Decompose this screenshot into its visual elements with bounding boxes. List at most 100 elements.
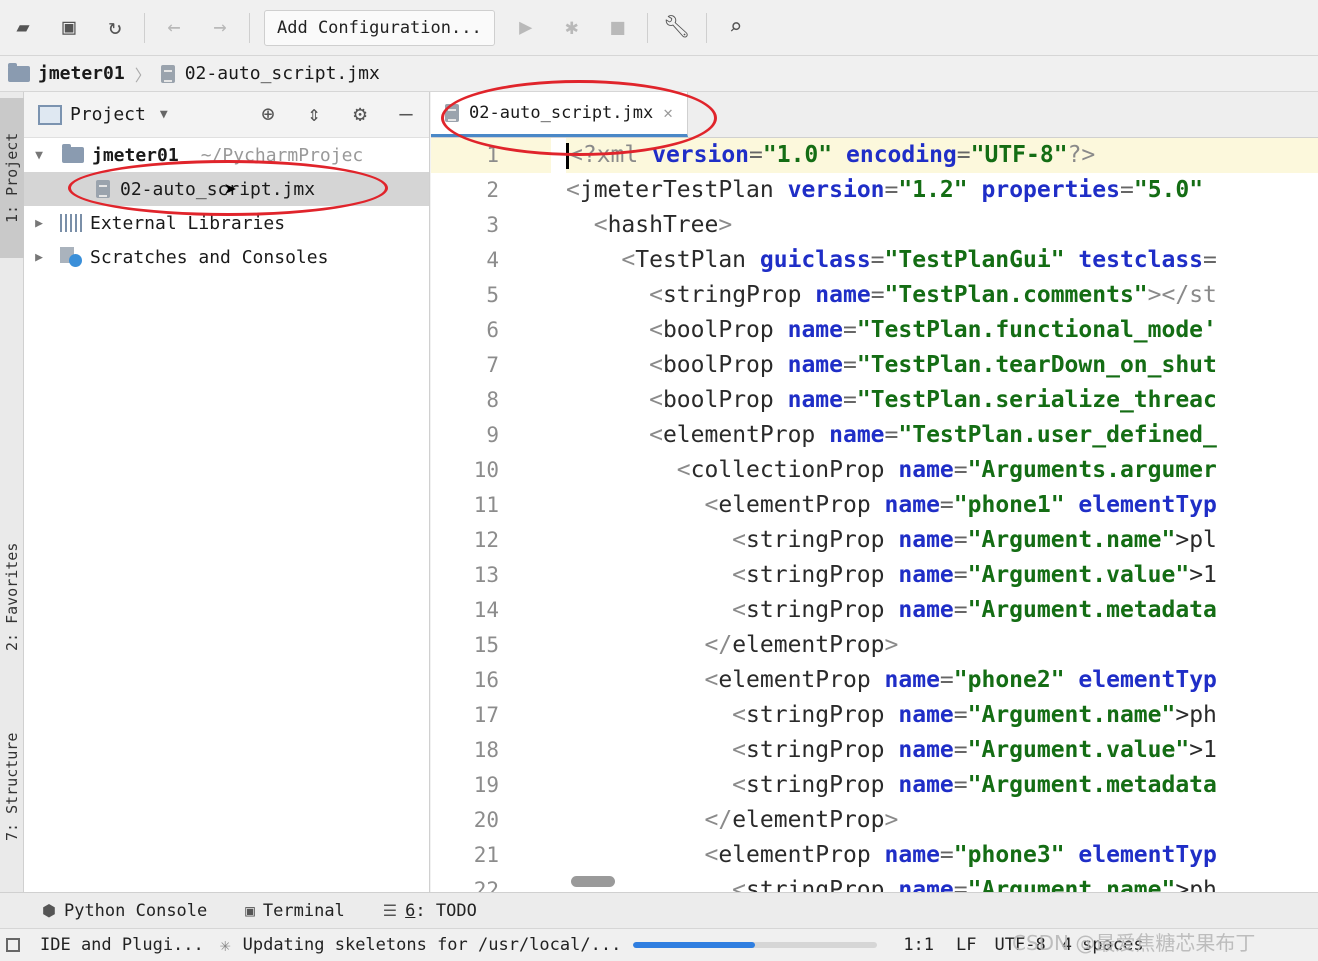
breadcrumb-file[interactable]: 02-auto_script.jmx <box>185 63 380 84</box>
line-number: 19 <box>473 773 499 797</box>
code-line[interactable]: <jmeterTestPlan version="1.2" properties… <box>566 173 1318 208</box>
code-line[interactable]: <elementProp name="phone2" elementTyp <box>566 663 1318 698</box>
line-number: 11 <box>473 493 499 517</box>
terminal-icon: ▣ <box>245 901 255 920</box>
tab-02-auto-script[interactable]: 02-auto_script.jmx ✕ <box>431 92 688 137</box>
line-number: 20 <box>473 808 499 832</box>
toolbar-separator <box>144 12 145 43</box>
gear-icon[interactable]: ⚙ <box>337 102 383 127</box>
file-icon <box>96 180 110 198</box>
file-icon <box>445 103 459 122</box>
line-number: 5 <box>486 283 499 307</box>
code-line[interactable]: <stringProp name="Argument.name">pl <box>566 523 1318 558</box>
folder-icon <box>62 144 84 163</box>
chevron-down-icon[interactable]: ▼ <box>160 107 168 122</box>
breadcrumb-project[interactable]: jmeter01 <box>38 63 125 84</box>
progress-bar[interactable] <box>633 942 878 948</box>
editor-tab-bar: 02-auto_script.jmx ✕ <box>431 92 1318 138</box>
tab-project[interactable]: 1: Project <box>0 98 24 258</box>
line-number: 13 <box>473 563 499 587</box>
code-line[interactable]: </elementProp> <box>566 628 1318 663</box>
editor-area: 02-auto_script.jmx ✕ 1 2 3 4 5 6 7 8 9 10 11 12 13 14… <box>431 92 1318 892</box>
code-line[interactable]: <?xml version="1.0" encoding="UTF-8"?> <box>566 138 1318 173</box>
hide-icon[interactable]: — <box>383 102 429 127</box>
background-task-text[interactable]: Updating skeletons for /usr/local/... <box>243 935 622 955</box>
tab-todo[interactable]: ☰ 6: TODO <box>383 901 477 921</box>
mouse-cursor-icon: ➤ <box>224 178 238 203</box>
project-panel: Project ▼ ⊕ ⇕ ⚙ — ▼ jmeter01 ~/PycharmPr… <box>24 92 430 892</box>
line-number: 17 <box>473 703 499 727</box>
debug-icon[interactable]: ✱ <box>549 0 595 56</box>
line-separator[interactable]: LF <box>956 935 976 955</box>
ide-plugins-status[interactable]: IDE and Plugi... <box>40 935 204 955</box>
tree-item-external-libraries[interactable]: ▶ External Libraries <box>24 206 429 240</box>
main-toolbar: ▰ ▣ ↻ ← → Add Configuration... ▶ ✱ ■ 🔧︎ … <box>0 0 1318 56</box>
expand-arrow-icon[interactable]: ▶ <box>28 216 50 231</box>
run-icon[interactable]: ▶ <box>503 0 549 56</box>
wrench-icon[interactable]: 🔧︎ <box>654 0 700 56</box>
line-gutter: 1 2 3 4 5 6 7 8 9 10 11 12 13 14 15 16 17 18 19 20 21 22 <box>431 138 551 892</box>
left-tool-stripe: 1: Project 2: Favorites 7: Structure <box>0 92 24 892</box>
code-line[interactable]: <boolProp name="TestPlan.functional_mode… <box>566 313 1318 348</box>
watermark: CSDN @最爱焦糖芯果布丁 <box>1012 931 1256 955</box>
code-line[interactable]: <stringProp name="Argument.value">1 <box>566 558 1318 593</box>
code-line[interactable]: <boolProp name="TestPlan.tearDown_on_shu… <box>566 348 1318 383</box>
expand-arrow-icon[interactable]: ▶ <box>28 250 50 265</box>
sync-icon[interactable]: ↻ <box>92 0 138 56</box>
tab-terminal[interactable]: ▣ Terminal <box>245 901 345 921</box>
code-line[interactable]: <stringProp name="Argument.name">ph <box>566 698 1318 733</box>
tree-item-root[interactable]: ▼ jmeter01 ~/PycharmProjec <box>24 138 429 172</box>
tree-root-path: ~/PycharmProjec <box>200 144 364 166</box>
toggle-tool-windows-icon[interactable] <box>6 938 20 952</box>
tree-external-label: External Libraries <box>90 212 286 234</box>
tab-python-console[interactable]: ⬢ Python Console <box>42 901 207 921</box>
open-icon[interactable]: ▰ <box>0 0 46 56</box>
line-number: 3 <box>486 213 499 237</box>
python-icon: ⬢ <box>42 901 56 920</box>
expand-arrow-icon[interactable]: ▼ <box>28 148 50 163</box>
stop-icon[interactable]: ■ <box>595 0 641 56</box>
save-icon[interactable]: ▣ <box>46 0 92 56</box>
tree-file-label: 02-auto_script.jmx <box>120 178 316 200</box>
line-number: 14 <box>473 598 499 622</box>
code-line[interactable]: </elementProp> <box>566 803 1318 838</box>
code-line[interactable]: <hashTree> <box>566 208 1318 243</box>
code-line[interactable]: <stringProp name="TestPlan.comments"></s… <box>566 278 1318 313</box>
project-view-selector[interactable]: Project <box>70 104 146 125</box>
line-number: 9 <box>486 423 499 447</box>
code-line[interactable]: <elementProp name="phone1" elementTyp <box>566 488 1318 523</box>
line-number: 7 <box>486 353 499 377</box>
chevron-right-icon: 〉 <box>134 65 151 85</box>
spinner-icon: ✳ <box>219 934 231 956</box>
code-line[interactable]: <stringProp name="Argument.metadata <box>566 768 1318 803</box>
code-line[interactable]: <elementProp name="TestPlan.user_defined… <box>566 418 1318 453</box>
back-icon[interactable]: ← <box>151 0 197 56</box>
code-line[interactable]: <TestPlan guiclass="TestPlanGui" testcla… <box>566 243 1318 278</box>
code-line[interactable]: <stringProp name="Argument.name">ph <box>566 873 1318 892</box>
code-line[interactable]: <elementProp name="phone3" elementTyp <box>566 838 1318 873</box>
line-number: 4 <box>486 248 499 272</box>
tree-item-scratches[interactable]: ▶ Scratches and Consoles <box>24 240 429 274</box>
code-view[interactable]: <?xml version="1.0" encoding="UTF-8"?> <… <box>566 138 1318 892</box>
add-configuration-button[interactable]: Add Configuration... <box>264 9 495 46</box>
code-line[interactable]: <collectionProp name="Arguments.argumer <box>566 453 1318 488</box>
line-number: 18 <box>473 738 499 762</box>
line-number: 10 <box>473 458 499 482</box>
tab-structure[interactable]: 7: Structure <box>0 702 24 872</box>
line-number: 1 <box>431 138 551 173</box>
code-line[interactable]: <boolProp name="TestPlan.serialize_threa… <box>566 383 1318 418</box>
search-icon[interactable]: ⌕ <box>713 0 759 56</box>
horizontal-scrollbar[interactable] <box>571 876 615 887</box>
collapse-all-icon[interactable]: ⇕ <box>291 102 337 127</box>
caret-position[interactable]: 1:1 <box>903 935 934 955</box>
forward-icon[interactable]: → <box>197 0 243 56</box>
close-icon[interactable]: ✕ <box>663 103 673 122</box>
tab-favorites[interactable]: 2: Favorites <box>0 512 24 682</box>
code-line[interactable]: <stringProp name="Argument.value">1 <box>566 733 1318 768</box>
line-number: 8 <box>486 388 499 412</box>
project-panel-header: Project ▼ ⊕ ⇕ ⚙ — <box>24 92 429 138</box>
code-line[interactable]: <stringProp name="Argument.metadata <box>566 593 1318 628</box>
scratches-icon <box>60 247 82 267</box>
progress-fill <box>633 942 756 948</box>
locate-icon[interactable]: ⊕ <box>245 102 291 127</box>
